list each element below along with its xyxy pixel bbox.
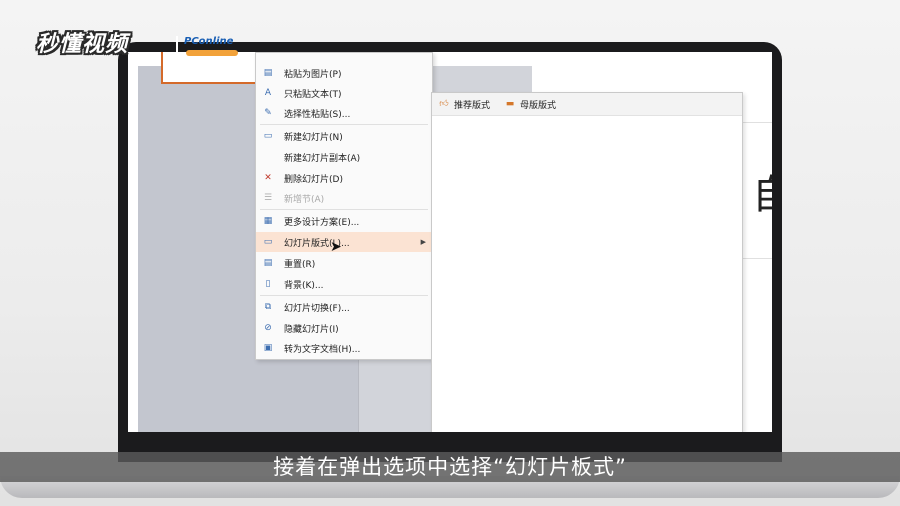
thumbs-up-icon: 👍︎ (439, 99, 449, 109)
menu-item-slide-layout[interactable]: ▭ 幻灯片版式(L)... ▶ (256, 232, 432, 252)
menu-item-convert-doc[interactable]: ▣ 转为文字文档(H)... (256, 338, 432, 358)
slide-guide-line (742, 258, 772, 259)
menu-separator (260, 209, 428, 210)
delete-slide-icon: ✕ (264, 173, 272, 183)
context-menu: ▤ 粘贴为图片(P) A 只粘贴文本(T) ✎ 选择性粘贴(S)... ▭ 新建… (255, 52, 433, 360)
mouse-cursor-icon: ➤ (330, 239, 342, 255)
layout-icon: ▭ (263, 237, 273, 247)
menu-item-paste-special[interactable]: ✎ 选择性粘贴(S)... (256, 103, 432, 123)
video-subtitle: 接着在弹出选项中选择“幻灯片板式” (273, 455, 627, 479)
menu-item-new-section: ☰ 新增节(A) (263, 193, 325, 205)
menu-item-hide-slide[interactable]: ⊘ 隐藏幻灯片(I) (256, 318, 432, 338)
tab-master-layouts[interactable]: ▬ 母版版式 (504, 97, 556, 111)
menu-item-delete-slide[interactable]: ✕ 删除幻灯片(D) (256, 168, 432, 188)
background-icon: ▯ (265, 279, 271, 289)
submenu-arrow-icon: ▶ (420, 238, 426, 246)
transition-icon: ⧉ (264, 302, 272, 312)
section-icon: ☰ (263, 193, 273, 203)
menu-item-duplicate-slide[interactable]: 新建幻灯片副本(A) (256, 147, 432, 167)
paste-image-icon: ▤ (263, 68, 273, 78)
paste-special-icon: ✎ (264, 108, 272, 118)
submenu-tab-bar: 👍︎ 推荐版式 ▬ 母版版式 (432, 93, 742, 116)
menu-separator (260, 295, 428, 296)
slide-title-glyph: 自 (752, 162, 772, 220)
menu-item-paste-image[interactable]: ▤ 粘贴为图片(P) (256, 63, 432, 83)
menu-item-reset[interactable]: ▤ 重置(R) (256, 253, 432, 273)
laptop-screen: 自 ▤ 粘贴为图片(P) A 只粘贴文本(T) ✎ 选择性粘贴(S)... ▭ … (128, 52, 772, 432)
brand-logo: 秒懂视频 (36, 32, 129, 57)
design-icon: ▦ (263, 216, 273, 226)
menu-item-transition[interactable]: ⧉ 幻灯片切换(F)... (256, 297, 432, 317)
partner-logo-swoosh (186, 50, 238, 56)
slide-guide-line (742, 122, 772, 123)
reset-icon: ▤ (263, 258, 273, 268)
convert-doc-icon: ▣ (263, 343, 273, 353)
partner-logo: PConline (184, 36, 234, 47)
new-slide-icon: ▭ (263, 131, 273, 141)
menu-item-background[interactable]: ▯ 背景(K)... (256, 274, 432, 294)
menu-item-new-slide[interactable]: ▭ 新建幻灯片(N) (256, 126, 432, 146)
master-layout-icon: ▬ (505, 99, 515, 109)
layout-submenu: 👍︎ 推荐版式 ▬ 母版版式 (431, 92, 743, 432)
paste-text-icon: A (264, 88, 272, 98)
menu-item-more-designs[interactable]: ▦ 更多设计方案(E)... (256, 211, 432, 231)
menu-item-paste-text[interactable]: A 只粘贴文本(T) (256, 83, 432, 103)
hide-slide-icon: ⊘ (264, 323, 272, 333)
logo-divider (176, 36, 178, 58)
menu-separator (260, 124, 428, 125)
tab-recommended-layouts[interactable]: 👍︎ 推荐版式 (438, 97, 490, 111)
